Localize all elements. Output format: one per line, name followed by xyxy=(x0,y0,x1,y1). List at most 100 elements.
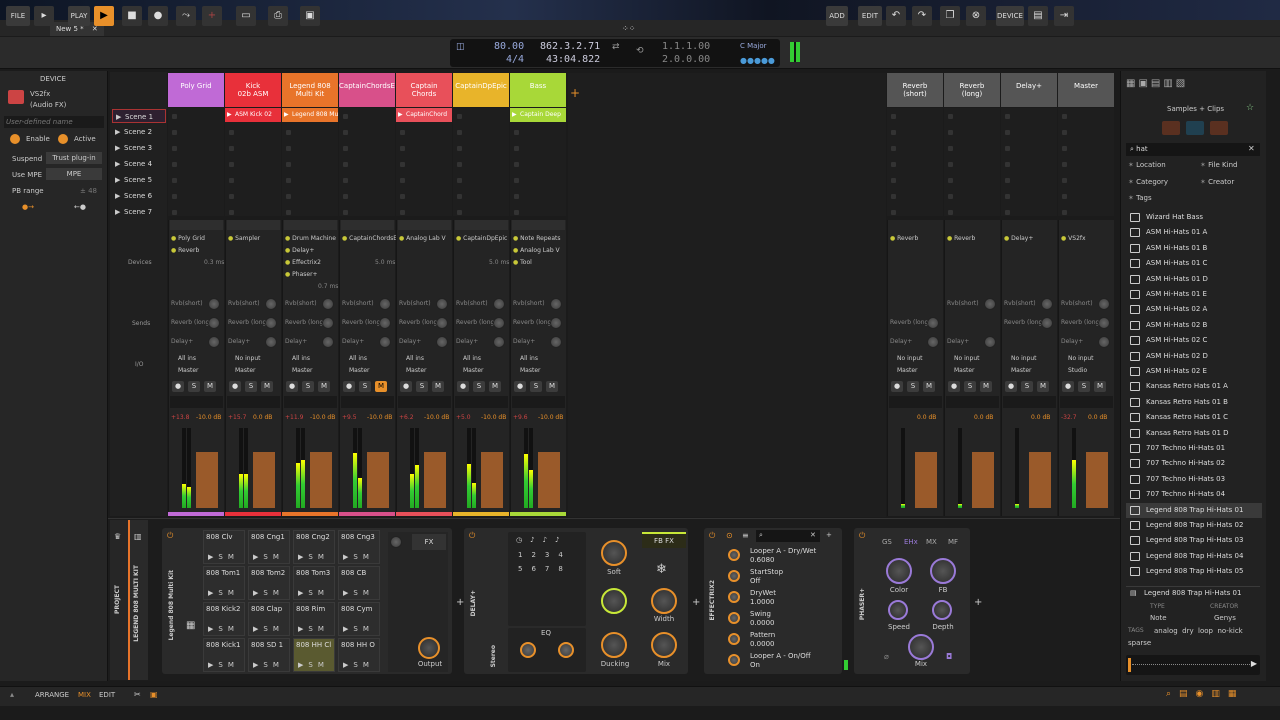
browser-item[interactable]: ASM Hi-Hats 02 A xyxy=(1126,302,1262,317)
browser-item[interactable]: Wizard Hat Bass xyxy=(1126,210,1262,225)
enable-toggle-icon[interactable] xyxy=(10,134,20,144)
signature-value[interactable]: 4/4 xyxy=(506,54,524,65)
pad-controls[interactable]: ▶SM xyxy=(208,625,239,633)
clip-slot[interactable] xyxy=(1062,210,1067,215)
screen-icon[interactable]: ▣ xyxy=(300,6,320,26)
record-arm-button[interactable]: ● xyxy=(343,381,355,392)
delay-power-icon[interactable]: ⏻ xyxy=(469,531,475,541)
drum-pad[interactable]: 808 Cng3 ▶SM xyxy=(338,530,380,564)
clip[interactable]: ▶ Captain Deep xyxy=(510,108,566,122)
scene-play-icon[interactable]: ▶ xyxy=(115,189,120,203)
clip-slot[interactable] xyxy=(891,130,896,135)
send-knob[interactable] xyxy=(208,336,220,348)
send-knob[interactable] xyxy=(379,336,391,348)
clip-slot[interactable] xyxy=(343,194,348,199)
send-knob[interactable] xyxy=(493,298,505,310)
clip-slot[interactable] xyxy=(400,146,405,151)
drum-pad[interactable]: 808 Kick2 ▶SM xyxy=(203,602,245,636)
pan-control[interactable] xyxy=(341,396,394,408)
clip-slot[interactable] xyxy=(172,162,177,167)
scene-row[interactable]: ▶ Scene 1 xyxy=(112,109,166,123)
undo-icon[interactable]: ↶ xyxy=(886,6,906,26)
volume-fader[interactable] xyxy=(196,452,218,508)
device-item[interactable]: ● Effectrix2 xyxy=(285,259,321,266)
volume-value[interactable]: 0.0 dB xyxy=(253,414,272,421)
edit-tab[interactable]: EDIT xyxy=(99,691,115,699)
speed-knob[interactable] xyxy=(888,600,908,620)
layout-icon[interactable]: ▭ xyxy=(236,6,256,26)
send-knob[interactable] xyxy=(550,336,562,348)
clip-slot[interactable] xyxy=(891,146,896,151)
loop-start-value[interactable]: 1.1.1.00 xyxy=(662,41,710,52)
clip-slot[interactable] xyxy=(400,210,405,215)
track-header[interactable]: Legend 808 Multi Kit xyxy=(282,73,338,107)
fx-track-header[interactable]: Delay+ xyxy=(1001,73,1057,107)
device-item[interactable]: ● VS2fx xyxy=(1061,235,1086,242)
active-label[interactable]: Active xyxy=(74,135,96,143)
track-header[interactable]: Bass xyxy=(510,73,566,107)
device-item[interactable]: ● Analog Lab V xyxy=(399,235,446,242)
send-knob[interactable] xyxy=(550,298,562,310)
clip-slot[interactable] xyxy=(457,194,462,199)
eq-low-knob[interactable] xyxy=(520,642,536,658)
pad-controls[interactable]: ▶SM xyxy=(343,625,374,633)
clip-slot[interactable] xyxy=(1005,162,1010,167)
mute-button[interactable]: M xyxy=(432,381,444,392)
browser-item[interactable]: Legend 808 Trap Hi-Hats 02 xyxy=(1126,518,1262,533)
clip-slot[interactable] xyxy=(514,210,519,215)
track-header[interactable]: CaptainChordsE xyxy=(339,73,395,107)
volume-fader[interactable] xyxy=(1086,452,1108,508)
drum-pad[interactable]: 808 Cng1 ▶SM xyxy=(248,530,290,564)
browser-filter[interactable]: ✶ Tags xyxy=(1128,194,1152,202)
clip-slot[interactable] xyxy=(400,162,405,167)
volume-fader[interactable] xyxy=(972,452,994,508)
clip-slot[interactable] xyxy=(400,130,405,135)
browser-item[interactable]: 707 Techno Hi-Hats 02 xyxy=(1126,456,1262,471)
channel-header[interactable] xyxy=(170,220,223,230)
pan-control[interactable] xyxy=(398,396,451,408)
pad-controls[interactable]: ▶SM xyxy=(343,661,374,669)
send-knob[interactable] xyxy=(927,336,939,348)
volume-fader[interactable] xyxy=(915,452,937,508)
clip-slot[interactable] xyxy=(172,114,177,119)
browser-item[interactable]: ASM Hi-Hats 01 A xyxy=(1126,225,1262,240)
record-arm-button[interactable]: ● xyxy=(286,381,298,392)
clip-slot[interactable] xyxy=(1005,178,1010,183)
browser-item[interactable]: ASM Hi-Hats 01 D xyxy=(1126,272,1262,287)
io-left-icon[interactable]: ●→ xyxy=(22,203,34,211)
send-knob[interactable] xyxy=(322,317,334,329)
mute-button[interactable]: M xyxy=(980,381,992,392)
clip-slot[interactable] xyxy=(457,162,462,167)
send-knob[interactable] xyxy=(322,298,334,310)
mute-button[interactable]: M xyxy=(546,381,558,392)
soft-knob[interactable] xyxy=(601,540,627,566)
fx-button[interactable]: FX xyxy=(412,534,446,550)
pan-control[interactable] xyxy=(889,396,942,408)
browser-item[interactable]: ASM Hi-Hats 02 D xyxy=(1126,349,1262,364)
pan-control[interactable] xyxy=(170,396,223,408)
note-grid[interactable] xyxy=(508,532,586,626)
user-name-field[interactable]: User-defined name xyxy=(4,116,104,128)
scene-row[interactable]: ▶ Scene 6 xyxy=(112,189,166,203)
note-numbers-2[interactable]: 5678 xyxy=(518,565,572,573)
clips-filter-icon[interactable] xyxy=(1186,121,1204,135)
clip-slot[interactable] xyxy=(172,194,177,199)
record-arm-button[interactable]: ● xyxy=(948,381,960,392)
browser-filter[interactable]: ✶ File Kind xyxy=(1200,161,1237,169)
volume-fader[interactable] xyxy=(538,452,560,508)
effectrix-power-icon[interactable]: ⏻ xyxy=(709,531,715,541)
clip-slot[interactable] xyxy=(343,178,348,183)
browser-item[interactable]: Kansas Retro Hats 01 D xyxy=(1126,426,1262,441)
browser-filter[interactable]: ✶ Location xyxy=(1128,161,1166,169)
output-select[interactable]: Studio xyxy=(1068,367,1087,374)
record-arm-button[interactable]: ● xyxy=(229,381,241,392)
solo-button[interactable]: S xyxy=(1078,381,1090,392)
record-arm-button[interactable]: ● xyxy=(400,381,412,392)
tempo-value[interactable]: 80.00 xyxy=(494,41,524,52)
send-knob[interactable] xyxy=(436,298,448,310)
device-item[interactable]: ● Phaser+ xyxy=(285,271,318,278)
send-knob[interactable] xyxy=(927,317,939,329)
pad-controls[interactable]: ▶SM xyxy=(343,589,374,597)
clip-slot[interactable] xyxy=(229,130,234,135)
send-knob[interactable] xyxy=(1098,317,1110,329)
